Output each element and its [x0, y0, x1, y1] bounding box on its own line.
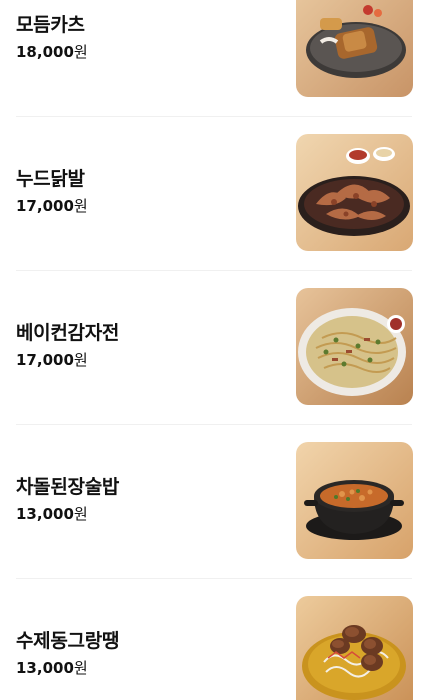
menu-list: 모듬카츠 18,000원 누드닭발 17,000원 베이컨감자전 17,000원…: [0, 0, 428, 700]
menu-item-name: 차돌된장술밥: [16, 476, 120, 498]
currency-unit: 원: [73, 659, 88, 677]
menu-item-price: 17,000원: [16, 196, 88, 216]
menu-item-price: 13,000원: [16, 504, 88, 524]
price-value: 17,000: [16, 197, 74, 215]
menu-item-sujae-donggeurangttaeng[interactable]: 수제동그랑땡 13,000원: [0, 579, 428, 700]
price-value: 13,000: [16, 659, 74, 677]
menu-item-photo[interactable]: [296, 596, 413, 700]
menu-item-photo[interactable]: [296, 0, 413, 97]
menu-item-name: 누드닭발: [16, 168, 85, 190]
menu-item-photo[interactable]: [296, 288, 413, 405]
currency-unit: 원: [73, 197, 88, 215]
menu-item-photo[interactable]: [296, 134, 413, 251]
menu-item-name: 수제동그랑땡: [16, 630, 120, 652]
chicken-feet-hot-plate-photo: [296, 134, 413, 251]
menu-item-price: 18,000원: [16, 42, 88, 62]
price-value: 17,000: [16, 351, 74, 369]
menu-item-name: 모듬카츠: [16, 14, 85, 36]
menu-item-price: 17,000원: [16, 350, 88, 370]
currency-unit: 원: [73, 351, 88, 369]
menu-item-bacon-gamja-jeon[interactable]: 베이컨감자전 17,000원: [0, 271, 428, 425]
menu-item-chadol-doenjang-sulbap[interactable]: 차돌된장술밥 13,000원: [0, 425, 428, 579]
menu-item-photo[interactable]: [296, 442, 413, 559]
bacon-potato-pancake-photo: [296, 288, 413, 405]
menu-item-name: 베이컨감자전: [16, 322, 120, 344]
beef-soybean-stew-photo: [296, 442, 413, 559]
currency-unit: 원: [73, 43, 88, 61]
price-value: 18,000: [16, 43, 74, 61]
menu-item-nude-dakbal[interactable]: 누드닭발 17,000원: [0, 117, 428, 271]
menu-item-modeum-katsu[interactable]: 모듬카츠 18,000원: [0, 0, 428, 117]
menu-item-price: 13,000원: [16, 658, 88, 678]
fried-cutlet-platter-photo: [296, 0, 413, 97]
currency-unit: 원: [73, 505, 88, 523]
price-value: 13,000: [16, 505, 74, 523]
meat-patties-photo: [296, 596, 413, 700]
